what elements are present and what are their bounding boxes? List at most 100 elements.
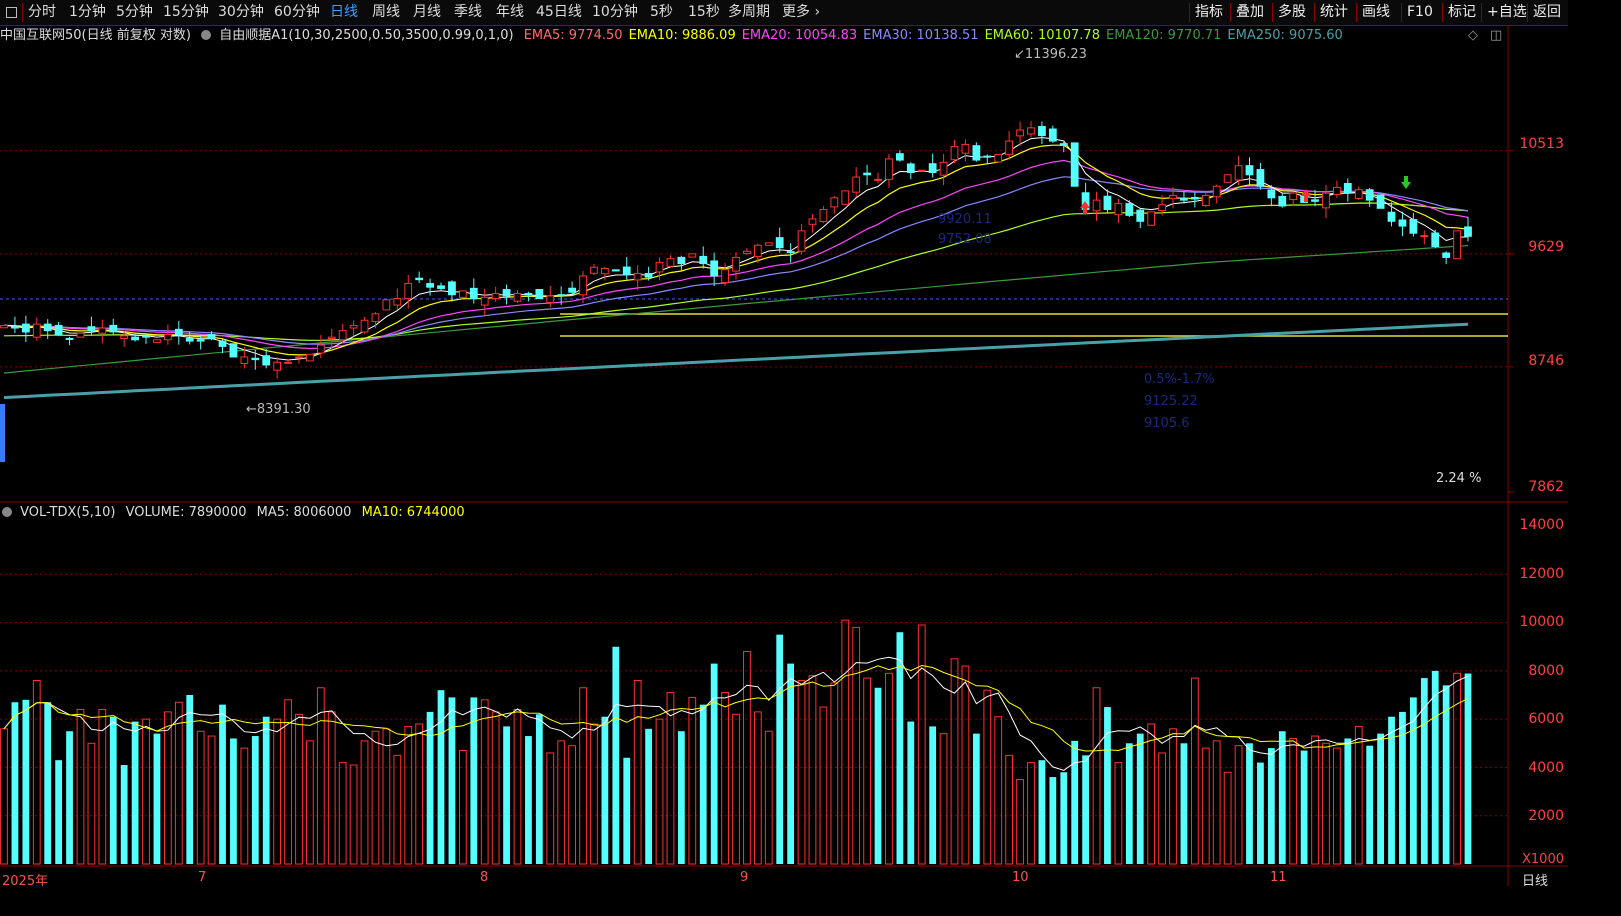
candle-body bbox=[1027, 127, 1035, 135]
faint-label-2: 9752.08 bbox=[938, 232, 992, 247]
volume-bar bbox=[1311, 735, 1319, 865]
volume-bar bbox=[830, 682, 839, 865]
volume-bar bbox=[743, 651, 751, 865]
volume-bar bbox=[732, 713, 740, 865]
candle-body bbox=[120, 335, 129, 339]
volume-bar bbox=[917, 624, 926, 865]
candle-body bbox=[1038, 126, 1046, 137]
candle-body bbox=[76, 332, 85, 338]
candle-body bbox=[458, 290, 467, 298]
candle-body bbox=[928, 163, 937, 174]
candle-body bbox=[338, 330, 347, 341]
candle-body bbox=[273, 361, 282, 371]
candle-body bbox=[1016, 129, 1024, 137]
volume-bar bbox=[677, 731, 685, 864]
candle-body bbox=[786, 251, 795, 254]
volume-bar bbox=[994, 716, 1003, 865]
candle-body bbox=[1136, 209, 1145, 222]
volume-bar bbox=[1005, 754, 1014, 865]
candle-body bbox=[87, 326, 96, 332]
candle-body bbox=[590, 266, 598, 274]
date-axis-label: 11 bbox=[1270, 870, 1287, 885]
candle-body bbox=[174, 328, 183, 336]
volume-bar bbox=[240, 747, 249, 865]
volume-bar bbox=[699, 704, 707, 864]
date-axis-label: 9 bbox=[740, 870, 749, 885]
candle-body bbox=[240, 356, 249, 365]
volume-bar bbox=[808, 675, 817, 865]
candle-body bbox=[983, 155, 992, 158]
period-label: 日线 bbox=[1522, 874, 1549, 889]
candle-body bbox=[885, 158, 893, 180]
candle-body bbox=[906, 163, 915, 174]
candle-body bbox=[721, 269, 729, 283]
candle-body bbox=[743, 250, 751, 255]
candle-body bbox=[797, 230, 806, 252]
candle-body bbox=[229, 343, 238, 358]
volume-bar bbox=[1464, 673, 1472, 864]
candle-body bbox=[546, 295, 555, 303]
volume-bar bbox=[120, 765, 128, 864]
candle-body bbox=[11, 326, 19, 329]
candle-body bbox=[1365, 189, 1374, 201]
volume-bar bbox=[1300, 750, 1308, 864]
price-axis-label: 9629 bbox=[1528, 239, 1564, 255]
candle-body bbox=[360, 319, 369, 333]
volume-bar bbox=[448, 697, 456, 864]
volume-bar bbox=[131, 721, 139, 864]
volume-bar bbox=[972, 733, 980, 864]
candle-body bbox=[251, 357, 260, 361]
volume-axis-label: 14000 bbox=[1519, 517, 1564, 533]
faint-label-5: 9105.6 bbox=[1144, 416, 1190, 431]
volume-bar bbox=[1082, 755, 1089, 864]
volume-bar bbox=[721, 692, 729, 865]
volume-bar bbox=[327, 711, 336, 865]
candle-body bbox=[775, 237, 784, 249]
volume-bar bbox=[186, 695, 194, 864]
volume-bar bbox=[503, 726, 510, 864]
candle-body bbox=[950, 146, 959, 161]
candle-body bbox=[196, 339, 205, 342]
volume-bar bbox=[525, 736, 532, 864]
volume-bar bbox=[863, 677, 871, 865]
volume-bar bbox=[32, 680, 41, 865]
candle-body bbox=[316, 344, 325, 354]
candle-body bbox=[1343, 182, 1352, 194]
volume-bar bbox=[1016, 779, 1024, 865]
candle-body bbox=[633, 272, 642, 281]
candle-body bbox=[1125, 203, 1134, 216]
candle-body bbox=[1267, 189, 1276, 199]
candle-body bbox=[666, 258, 675, 267]
volume-bar bbox=[568, 745, 577, 865]
volume-bar bbox=[579, 687, 587, 865]
candle-body bbox=[142, 335, 150, 338]
candle-body bbox=[480, 296, 489, 306]
faint-label-4: 9125.22 bbox=[1144, 394, 1198, 409]
volume-bar bbox=[1354, 725, 1363, 865]
candle-body bbox=[535, 289, 544, 300]
ema10-line bbox=[3, 144, 1469, 356]
candle-body bbox=[1256, 169, 1265, 187]
volume-bar bbox=[841, 619, 850, 865]
volume-bar bbox=[950, 658, 959, 865]
volume-bar bbox=[251, 736, 259, 864]
volume-bar bbox=[360, 740, 369, 865]
candle-body bbox=[502, 289, 511, 297]
candle-body bbox=[1398, 219, 1407, 227]
candle-body bbox=[1464, 226, 1472, 237]
volume-bar bbox=[787, 663, 795, 864]
candle-body bbox=[852, 176, 861, 193]
candle-body bbox=[491, 292, 500, 300]
candle-body bbox=[448, 281, 456, 296]
volume-bar bbox=[1049, 777, 1057, 864]
candle-body bbox=[415, 277, 424, 281]
volume-bar bbox=[349, 764, 358, 865]
volume-bar bbox=[480, 699, 489, 865]
candle-body bbox=[1201, 194, 1210, 207]
volume-bar bbox=[1333, 747, 1341, 865]
volume-bar bbox=[710, 663, 718, 864]
volume-bar bbox=[219, 704, 226, 864]
price-volume-chart[interactable] bbox=[0, 0, 1568, 886]
candle-body bbox=[1005, 140, 1014, 155]
candle-body bbox=[207, 334, 216, 339]
